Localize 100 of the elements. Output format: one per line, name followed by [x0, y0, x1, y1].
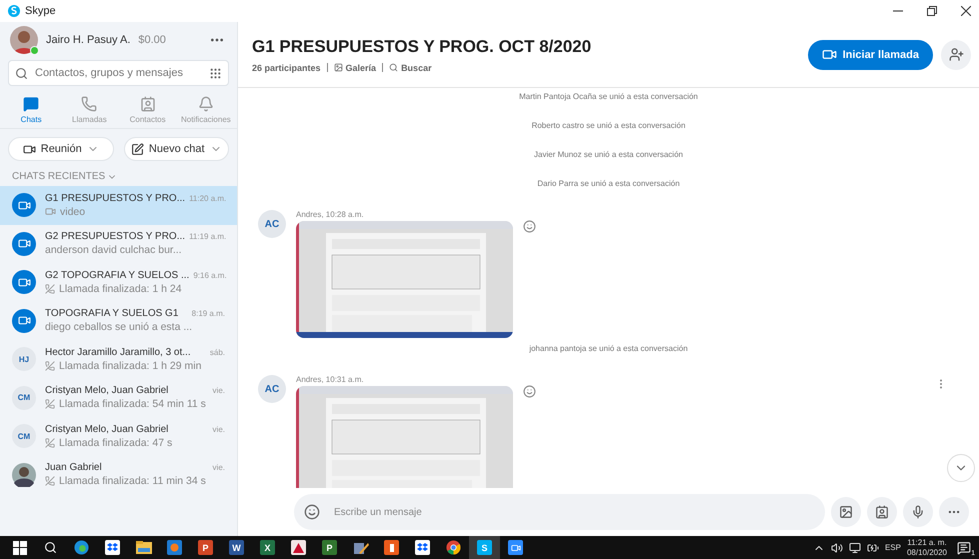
chat-time: 11:19 a.m. — [189, 232, 226, 242]
search-icon — [15, 66, 28, 80]
image-icon — [839, 505, 853, 519]
video-camera-icon — [508, 540, 523, 555]
chat-time: vie. — [212, 424, 225, 434]
office-icon — [384, 540, 399, 555]
microphone-button[interactable] — [903, 497, 933, 527]
app-icon: W — [229, 540, 244, 555]
search-box[interactable]: Contactos, grupos y mensajes — [8, 60, 229, 86]
triangle-icon — [291, 540, 306, 555]
bell-icon — [198, 96, 214, 112]
contacts-icon — [140, 96, 156, 112]
chat-item[interactable]: CM Cristyan Melo, Juan Gabriel vie. Llamada finalizada: 54 min 11 s — [0, 378, 237, 417]
credit-balance: $0.00 — [138, 34, 166, 46]
chat-title: G1 PRESUPUESTOS Y PRO... — [45, 192, 186, 204]
app-icon: P — [198, 540, 213, 555]
chat-icon — [23, 96, 40, 112]
gallery-button[interactable] — [831, 497, 861, 527]
chat-preview: Llamada finalizada: 54 min 11 s — [59, 398, 206, 410]
gallery-link[interactable]: Galería — [334, 62, 376, 72]
group-avatar — [12, 232, 36, 256]
chat-item[interactable]: HJ Hector Jaramillo Jaramillo, 3 ot... sáb. Llamada finalizada: 1 h 29 min — [0, 340, 237, 378]
chat-time: vie. — [212, 386, 225, 396]
chat-title: Juan Gabriel — [45, 462, 103, 474]
restore-icon[interactable] — [927, 6, 937, 16]
taskbar-app[interactable]: X — [252, 536, 283, 559]
chat-item[interactable]: Juan Gabriel vie. Llamada finalizada: 11 min 34 s — [0, 456, 237, 494]
add-person-button[interactable] — [941, 40, 971, 70]
folder-icon — [136, 541, 152, 554]
system-message: Dario Parra se unió a esta conversación — [537, 179, 680, 188]
window-title: Skype — [25, 5, 56, 17]
dropbox-icon — [105, 540, 120, 555]
chat-item[interactable]: G1 PRESUPUESTOS Y PRO... 11:20 a.m. video — [0, 186, 237, 224]
taskbar-app[interactable]: P — [190, 536, 221, 559]
video-icon — [45, 206, 56, 218]
action-button[interactable]: Nuevo chat — [124, 137, 229, 161]
chat-time: vie. — [212, 463, 225, 472]
chat-title: Hector Jaramillo Jaramillo, 3 ot... — [45, 346, 192, 358]
message-header: Andres, 10:28 a.m. — [296, 210, 365, 219]
contact-avatar: HJ — [12, 347, 36, 372]
group-avatar — [12, 308, 36, 333]
volume-icon[interactable] — [830, 542, 843, 554]
search-icon — [389, 63, 398, 72]
chat-preview: Llamada finalizada: 1 h 29 min — [59, 360, 202, 372]
app-icon: P — [322, 540, 337, 555]
call-ended-icon — [45, 284, 55, 294]
emoji-icon[interactable] — [304, 504, 320, 520]
dialpad-icon[interactable] — [209, 66, 222, 80]
group-avatar — [12, 270, 36, 294]
windows-icon — [12, 540, 26, 554]
chat-title: TOPOGRAFIA Y SUELOS G1 — [45, 308, 180, 320]
chat-item[interactable]: TOPOGRAFIA Y SUELOS G1 8:19 a.m. diego ceballos se unió a esta ... — [0, 302, 237, 340]
search-link[interactable]: Buscar — [389, 62, 432, 72]
reaction-icon[interactable] — [523, 220, 536, 233]
chrome-icon — [446, 540, 461, 555]
chat-title: Cristyan Melo, Juan Gabriel — [45, 424, 170, 435]
contact-avatar — [12, 462, 36, 487]
chat-time: 8:19 a.m. — [192, 309, 225, 318]
chat-time: sáb. — [210, 348, 225, 357]
contact-avatar: CM — [12, 424, 36, 448]
start-call-button[interactable]: Iniciar llamada — [808, 40, 933, 70]
call-ended-icon — [45, 360, 55, 371]
chat-preview: video — [60, 206, 86, 218]
contact-card-icon — [875, 505, 889, 519]
network-icon[interactable] — [848, 542, 861, 554]
search-field[interactable]: Contactos, grupos y mensajes — [33, 66, 204, 80]
chat-item[interactable]: CM Cristyan Melo, Juan Gabriel vie. Llamada finalizada: 47 s — [0, 417, 237, 456]
phone-icon — [81, 96, 98, 112]
language-indicator: ESP — [884, 543, 901, 552]
action-button[interactable]: Reunión — [8, 137, 114, 161]
battery-icon[interactable] — [866, 542, 879, 554]
app-icon: X — [260, 540, 275, 555]
tools-icon — [352, 540, 368, 554]
dropbox-icon — [415, 540, 430, 555]
taskbar-app[interactable]: W — [221, 536, 252, 559]
message-box[interactable]: Escribe un mensaje — [294, 494, 825, 530]
clock[interactable]: 11:21 a. m. 08/10/2020 — [906, 538, 947, 558]
sender-avatar: AC — [258, 375, 286, 403]
call-ended-icon — [45, 399, 55, 410]
gallery-icon — [334, 63, 343, 72]
taskbar-app[interactable]: P — [314, 536, 345, 559]
edit-icon — [130, 142, 144, 156]
user-avatar — [10, 26, 38, 54]
chat-title: Cristyan Melo, Juan Gabriel — [45, 385, 170, 396]
chat-time: 9:16 a.m. — [193, 270, 227, 280]
message-header: Andres, 10:31 a.m. — [296, 375, 365, 384]
close-icon[interactable] — [961, 6, 971, 16]
chat-preview: Llamada finalizada: 47 s — [59, 436, 172, 449]
contact-card-button[interactable] — [867, 497, 897, 527]
chat-item[interactable]: G2 PRESUPUESTOS Y PRO... 11:19 a.m. anderson david culchac bur... — [0, 224, 237, 263]
user-name: Jairo H. Pasuy A. — [46, 34, 130, 46]
chat-preview: anderson david culchac bur... — [45, 244, 182, 256]
app-icon: S — [477, 540, 492, 555]
reaction-icon[interactable] — [523, 385, 536, 398]
participants-count: 26 participantes — [252, 62, 321, 72]
chat-title: G2 PRESUPUESTOS Y PRO... — [45, 231, 186, 242]
message-field[interactable]: Escribe un mensaje — [332, 506, 815, 518]
nav-tab[interactable]: Chats — [3, 96, 60, 124]
sender-avatar: AC — [258, 210, 286, 238]
chat-item[interactable]: G2 TOPOGRAFIA Y SUELOS ... 9:16 a.m. Llamada finalizada: 1 h 24 — [0, 263, 237, 302]
